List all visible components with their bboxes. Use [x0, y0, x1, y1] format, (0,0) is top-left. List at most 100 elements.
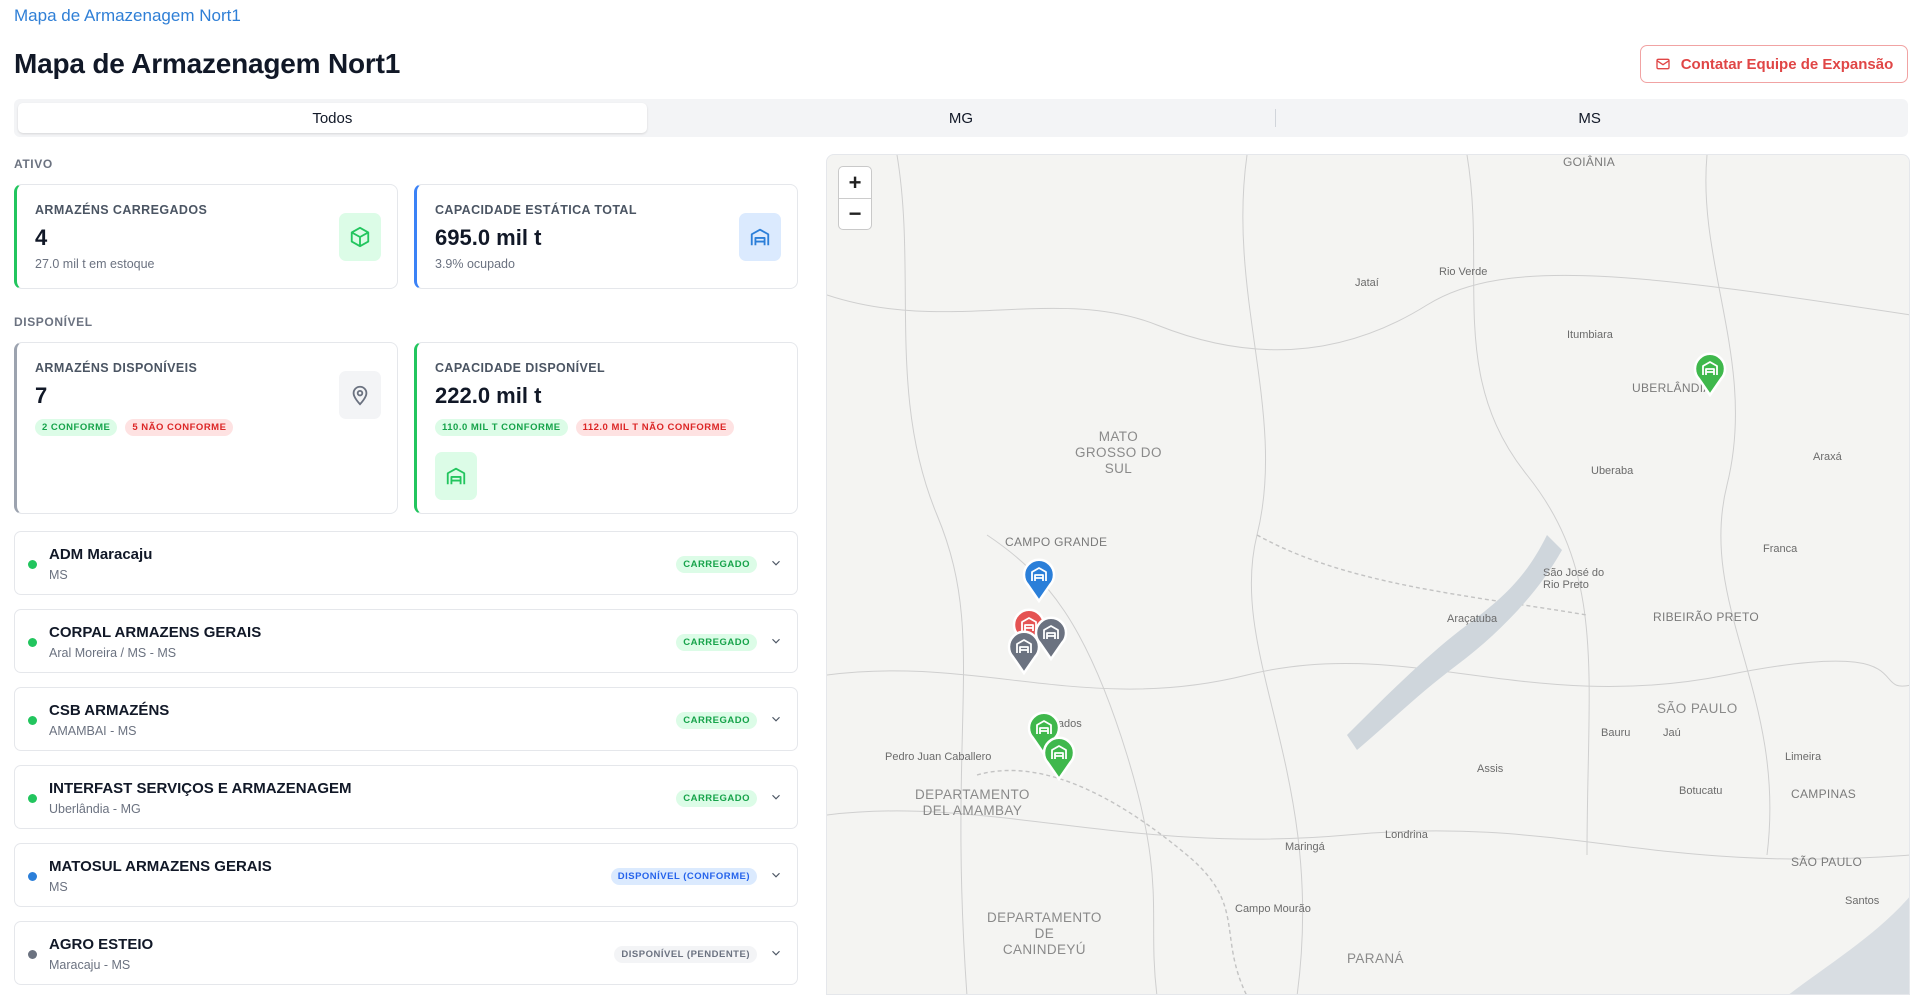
warehouse-name: AGRO ESTEIO [49, 936, 154, 953]
map-label-sao-paulo-state: SÃO PAULO [1657, 701, 1738, 716]
breadcrumb[interactable]: Mapa de Armazenagem Nort1 [14, 6, 241, 26]
warehouse-location: MS [49, 568, 68, 582]
map-label-mato-grosso-do-sul: MATO GROSSO DO SUL [1075, 429, 1162, 476]
map-label-botucatu: Botucatu [1679, 785, 1723, 797]
warehouse-name: INTERFAST SERVIÇOS E ARMAZENAGEM [49, 780, 352, 797]
card-value: 7 [35, 383, 48, 408]
marker-green-2[interactable] [1040, 733, 1078, 781]
tab-todos[interactable]: Todos [18, 103, 647, 133]
tab-ms[interactable]: MS [1275, 103, 1904, 133]
chevron-down-icon[interactable] [769, 946, 783, 960]
map-label-londrina: Londrina [1385, 829, 1428, 841]
map-label-sao-paulo-city: SÃO PAULO [1791, 855, 1863, 869]
status-badge: CARREGADO [676, 790, 757, 807]
warehouse-list-item[interactable]: CORPAL ARMAZENS GERAIS Aral Moreira / MS … [14, 609, 798, 673]
page-title: Mapa de Armazenagem Nort1 [14, 48, 401, 79]
warehouse-name: ADM Maracaju [49, 546, 153, 563]
warehouse-location: Maracaju - MS [49, 958, 131, 972]
status-dot [28, 638, 37, 647]
map-pin-icon [339, 371, 381, 419]
status-dot [28, 560, 37, 569]
available-capacity-card: CAPACIDADE DISPONÍVEL 222.0 mil t 110.0 … [414, 342, 798, 514]
status-badge: CARREGADO [676, 634, 757, 651]
map-label-uberaba: Uberaba [1591, 465, 1634, 477]
chevron-down-icon[interactable] [769, 790, 783, 804]
total-capacity-card: CAPACIDADE ESTÁTICA TOTAL 695.0 mil t 3.… [414, 184, 798, 289]
warehouse-icon [435, 452, 477, 500]
map-label-jatai: Jataí [1355, 277, 1379, 289]
status-badge: CARREGADO [676, 712, 757, 729]
status-badge: DISPONÍVEL (PENDENTE) [614, 946, 757, 963]
map-label-goiania: GOIÂNIA [1563, 155, 1616, 169]
card-sub: 27.0 mil t em estoque [35, 257, 155, 271]
nao-conforme-badge: 5 NÃO CONFORME [125, 419, 234, 436]
warehouse-location: Aral Moreira / MS - MS [49, 646, 177, 660]
map-label-araxa: Araxá [1813, 451, 1842, 463]
map-label-franca: Franca [1763, 543, 1798, 555]
card-label: ARMAZÉNS DISPONÍVEIS [35, 361, 198, 375]
conforme-badge: 2 CONFORME [35, 419, 118, 436]
warehouse-icon [739, 213, 781, 261]
marker-gray-2[interactable] [1005, 627, 1043, 675]
chevron-down-icon[interactable] [769, 868, 783, 882]
map-label-campo-grande: CAMPO GRANDE [1005, 535, 1108, 549]
nao-conforme-capacity-badge: 112.0 MIL T NÃO CONFORME [575, 419, 734, 436]
card-label: CAPACIDADE ESTÁTICA TOTAL [435, 203, 637, 217]
warehouse-name: MATOSUL ARMAZENS GERAIS [49, 858, 272, 875]
map-label-jau: Jaú [1663, 727, 1681, 739]
status-dot [28, 716, 37, 725]
card-sub: 3.9% ocupado [435, 257, 515, 271]
map-label-rio-verde: Rio Verde [1439, 266, 1488, 278]
map-label-depto-canindeyu: DEPARTAMENTO DE CANINDEYÚ [987, 910, 1102, 957]
warehouse-list-item[interactable]: INTERFAST SERVIÇOS E ARMAZENAGEM Uberlând… [14, 765, 798, 829]
status-badge: CARREGADO [676, 556, 757, 573]
card-value: 695.0 mil t [435, 225, 542, 250]
warehouse-location: Uberlândia - MG [49, 802, 141, 816]
map-label-pedro-juan: Pedro Juan Caballero [885, 751, 992, 763]
state-tabs: Todos MG MS [14, 99, 1908, 137]
chevron-down-icon[interactable] [769, 556, 783, 570]
map-label-sao-jose-rio-preto: São José do Rio Preto [1543, 567, 1605, 591]
card-value: 4 [35, 225, 48, 250]
marker-matosul[interactable] [1020, 555, 1058, 603]
map-label-ribeirao-preto: RIBEIRÃO PRETO [1653, 610, 1760, 624]
zoom-in-button[interactable]: + [839, 167, 871, 198]
map-label-limeira: Limeira [1785, 751, 1822, 763]
status-dot [28, 950, 37, 959]
zoom-out-button[interactable]: − [839, 198, 871, 229]
map-label-parana: PARANÁ [1347, 951, 1404, 966]
map-label-depto-amambay: DEPARTAMENTO DEL AMAMBAY [915, 787, 1030, 818]
chevron-down-icon[interactable] [769, 634, 783, 648]
mail-icon [1656, 58, 1670, 70]
section-ativo: ATIVO [14, 157, 53, 171]
map-label-campo-mourao: Campo Mourão [1235, 903, 1311, 915]
warehouse-list-item[interactable]: CSB ARMAZÉNS AMAMBAI - MS CARREGADO [14, 687, 798, 751]
conforme-capacity-badge: 110.0 MIL T CONFORME [435, 419, 568, 436]
warehouse-location: AMAMBAI - MS [49, 724, 137, 738]
status-dot [28, 794, 37, 803]
warehouse-location: MS [49, 880, 68, 894]
map-label-assis: Assis [1477, 763, 1504, 775]
chevron-down-icon[interactable] [769, 712, 783, 726]
marker-uberlandia[interactable] [1691, 349, 1729, 397]
map-label-bauru: Bauru [1601, 727, 1631, 739]
warehouse-name: CSB ARMAZÉNS [49, 702, 170, 719]
map-label-campinas: CAMPINAS [1791, 787, 1857, 801]
zoom-control: + − [838, 166, 872, 230]
package-icon [339, 213, 381, 261]
map-label-santos: Santos [1845, 895, 1880, 907]
tab-mg[interactable]: MG [647, 103, 1276, 133]
map-label-itumbiara: Itumbiara [1567, 329, 1613, 341]
card-label: CAPACIDADE DISPONÍVEL [435, 361, 605, 375]
available-warehouses-card: ARMAZÉNS DISPONÍVEIS 7 2 CONFORME 5 NÃO … [14, 342, 398, 514]
warehouse-name: CORPAL ARMAZENS GERAIS [49, 624, 262, 641]
map-label-aracatuba: Araçatuba [1447, 613, 1498, 625]
map-label-maringa: Maringá [1285, 841, 1325, 853]
contact-expansion-button[interactable]: Contatar Equipe de Expansão [1640, 45, 1908, 83]
card-value: 222.0 mil t [435, 383, 542, 408]
map-view[interactable]: + − GOIÂNIA Jataí Rio Verde Itumbiara UB… [826, 154, 1910, 995]
warehouse-list-item[interactable]: MATOSUL ARMAZENS GERAIS MS DISPONÍVEL (CON… [14, 843, 798, 907]
status-badge: DISPONÍVEL (CONFORME) [610, 868, 757, 885]
warehouse-list-item[interactable]: ADM Maracaju MS CARREGADO [14, 531, 798, 595]
warehouse-list-item[interactable]: AGRO ESTEIO Maracaju - MS DISPONÍVEL (PEND… [14, 921, 798, 985]
